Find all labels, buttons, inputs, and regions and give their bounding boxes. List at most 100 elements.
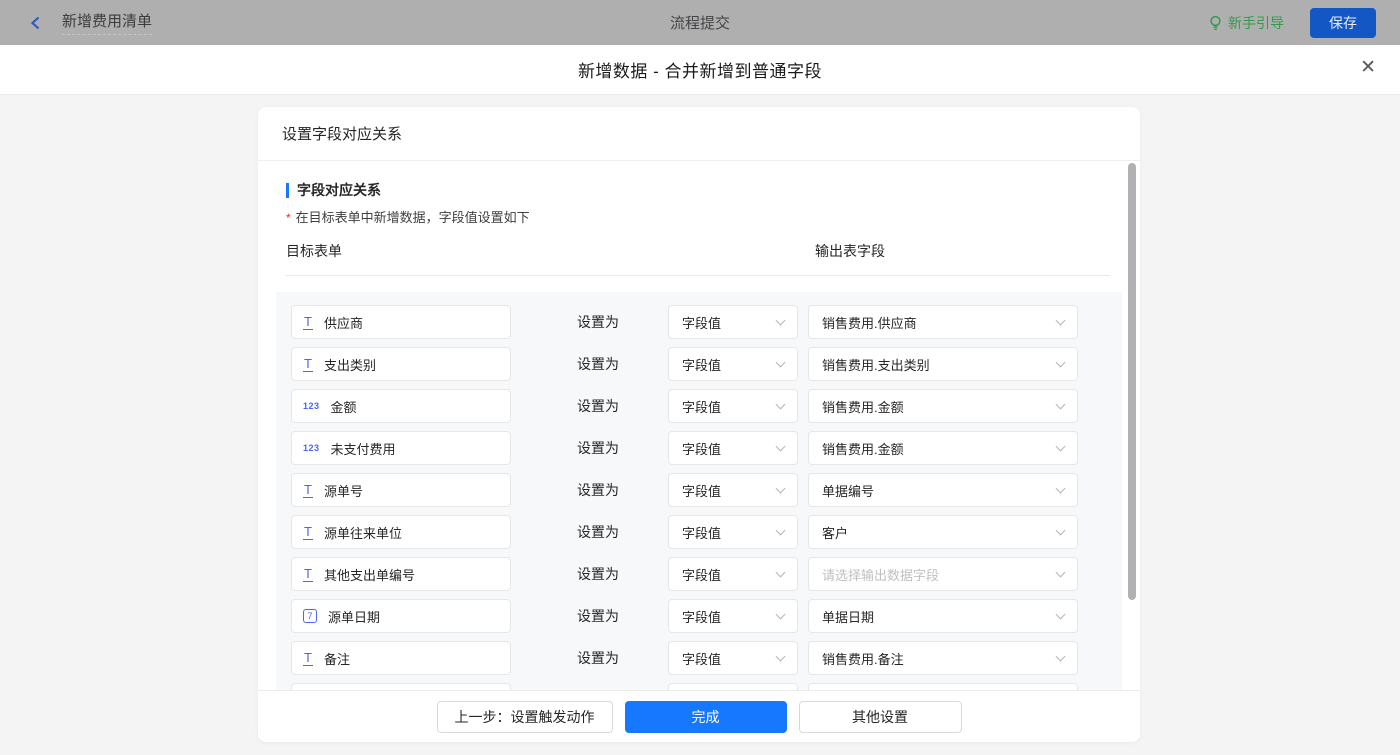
source-field-box[interactable]: T 其他支出单编号 (291, 557, 511, 591)
chevron-down-icon (1055, 525, 1066, 535)
source-field-box[interactable] (291, 683, 511, 690)
output-field-select[interactable]: 销售费用.支出类别 (808, 347, 1078, 381)
value-type-text: 字段值 (682, 315, 722, 331)
chevron-down-icon (775, 567, 786, 577)
output-field-select[interactable]: 销售费用.供应商 (808, 305, 1078, 339)
table-row: T 其他支出单编号 设置为 字段值 请选择输出数据字段 (291, 557, 1122, 591)
source-field-label: 备注 (323, 651, 350, 667)
table-row: T 供应商 设置为 字段值 销售费用.供应商 (291, 305, 1122, 339)
close-icon[interactable]: ✕ (1360, 58, 1376, 77)
chevron-down-icon (775, 357, 786, 367)
value-type-select[interactable]: 字段值 (668, 389, 798, 423)
field-mapping-card: 设置字段对应关系 字段对应关系 * 在目标表单中新增数据，字段值设置如下 目标表单… (258, 107, 1140, 742)
column-header-output-fields: 输出表字段 (815, 243, 885, 259)
output-field-select[interactable]: 销售费用.金额 (808, 431, 1078, 465)
value-type-text: 字段值 (682, 357, 722, 373)
output-field-text: 请选择输出数据字段 (822, 567, 940, 583)
value-type-select[interactable]: 字段值 (668, 515, 798, 549)
setter-label: 设置为 (577, 356, 619, 372)
value-type-text: 字段值 (682, 525, 722, 541)
table-row: T 源单往来单位 设置为 字段值 客户 (291, 515, 1122, 549)
section-title: 字段对应关系 (286, 183, 1140, 198)
chevron-down-icon (775, 399, 786, 409)
value-type-select[interactable]: 字段值 (668, 431, 798, 465)
chevron-down-icon (1055, 483, 1066, 493)
value-type-select[interactable]: 字段值 (668, 347, 798, 381)
source-field-box[interactable]: 123 未支付费用 (291, 431, 511, 465)
field-type-icon: T (303, 355, 313, 372)
topbar-center-title: 流程提交 (669, 15, 730, 32)
card-footer: 上一步：设置触发动作 完成 其他设置 (258, 690, 1140, 742)
modal-header: 新增数据 - 合并新增到普通字段 ✕ (0, 45, 1400, 95)
chevron-down-icon (1055, 651, 1066, 661)
table-row: T 备注 设置为 字段值 销售费用.备注 (291, 641, 1122, 675)
setter-label: 设置为 (577, 566, 619, 582)
save-button[interactable]: 保存 (1310, 7, 1376, 38)
value-type-select[interactable]: 字段值 (668, 641, 798, 675)
source-field-label: 支出类别 (323, 357, 376, 373)
source-field-box[interactable]: T 供应商 (291, 305, 511, 339)
setter-label: 设置为 (577, 314, 619, 330)
chevron-down-icon (1055, 567, 1066, 577)
value-type-text: 字段值 (682, 609, 722, 625)
output-field-select[interactable]: 请选择输出数据字段 (808, 557, 1078, 591)
value-type-select[interactable]: 字段值 (668, 305, 798, 339)
source-field-box[interactable]: 7 源单日期 (291, 599, 511, 633)
chevron-down-icon (775, 315, 786, 325)
chevron-down-icon (775, 483, 786, 493)
source-field-box[interactable]: 123 金额 (291, 389, 511, 423)
source-field-box[interactable]: T 支出类别 (291, 347, 511, 381)
output-field-text: 单据编号 (822, 483, 875, 499)
source-field-label: 源单日期 (328, 609, 381, 625)
finish-button[interactable]: 完成 (624, 700, 787, 733)
chevron-down-icon (1055, 357, 1066, 367)
setter-label: 设置为 (577, 482, 619, 498)
output-field-select[interactable]: 销售费用.金额 (808, 389, 1078, 423)
output-field-text: 销售费用.金额 (822, 441, 904, 457)
field-type-icon: T (303, 649, 313, 666)
source-field-label: 源单号 (323, 483, 363, 499)
source-field-label: 供应商 (323, 315, 363, 331)
previous-step-button[interactable]: 上一步：设置触发动作 (436, 700, 613, 733)
chevron-down-icon (775, 525, 786, 535)
card-content: 字段对应关系 * 在目标表单中新增数据，字段值设置如下 目标表单 输出表字段 T … (258, 161, 1140, 690)
vertical-scrollbar[interactable] (1128, 163, 1136, 600)
output-field-select[interactable]: 客户 (808, 515, 1078, 549)
source-field-label: 源单往来单位 (323, 525, 402, 541)
chevron-down-icon (775, 651, 786, 661)
output-field-select[interactable]: 销售费用.备注 (808, 641, 1078, 675)
table-row: 123 金额 设置为 字段值 销售费用.金额 (291, 389, 1122, 423)
field-type-icon: T (303, 313, 313, 330)
value-type-select[interactable]: 字段值 (668, 473, 798, 507)
source-field-label: 金额 (330, 399, 357, 415)
source-field-label: 其他支出单编号 (323, 567, 415, 583)
source-field-box[interactable]: T 源单号 (291, 473, 511, 507)
output-field-text: 销售费用.金额 (822, 399, 904, 415)
value-type-select[interactable]: 字段值 (668, 557, 798, 591)
table-row: T 支出类别 设置为 字段值 销售费用.支出类别 (291, 347, 1122, 381)
value-type-select[interactable] (668, 683, 798, 690)
field-type-icon: 123 (303, 401, 320, 411)
output-field-text: 销售费用.供应商 (822, 315, 917, 331)
other-settings-button[interactable]: 其他设置 (798, 700, 962, 733)
chevron-down-icon (1055, 441, 1066, 451)
output-field-select[interactable]: 单据编号 (808, 473, 1078, 507)
modal-title: 新增数据 - 合并新增到普通字段 (577, 62, 823, 81)
value-type-text: 字段值 (682, 441, 722, 457)
output-field-select[interactable]: 单据日期 (808, 599, 1078, 633)
value-type-text: 字段值 (682, 399, 722, 415)
required-asterisk: * (286, 211, 291, 225)
output-field-text: 销售费用.备注 (822, 651, 904, 667)
mapping-table: T 供应商 设置为 字段值 销售费用.供应商 T 支出类别 设置为 字段值 销售… (276, 292, 1122, 690)
beginner-guide-button[interactable]: 新手引导 (1208, 13, 1284, 33)
source-field-box[interactable]: T 备注 (291, 641, 511, 675)
field-type-icon: T (303, 523, 313, 540)
field-type-icon: 7 (303, 609, 317, 623)
required-note: * 在目标表单中新增数据，字段值设置如下 (286, 211, 1140, 225)
value-type-select[interactable]: 字段值 (668, 599, 798, 633)
output-field-select[interactable] (808, 683, 1078, 690)
lightbulb-icon (1210, 15, 1221, 30)
table-row: 123 未支付费用 设置为 字段值 销售费用.金额 (291, 431, 1122, 465)
source-field-box[interactable]: T 源单往来单位 (291, 515, 511, 549)
table-row: T 源单号 设置为 字段值 单据编号 (291, 473, 1122, 507)
